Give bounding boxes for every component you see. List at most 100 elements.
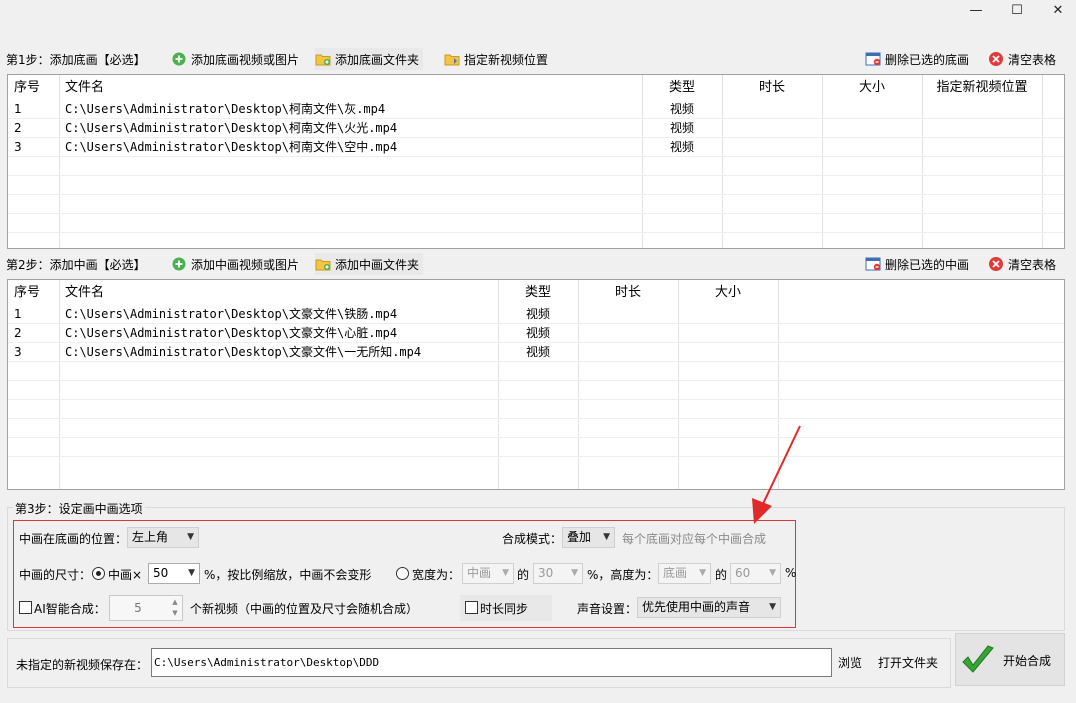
col-index: 序号 [14, 285, 41, 300]
folder-pin-icon [444, 51, 460, 67]
row-type: 视频 [525, 345, 550, 359]
middle-file-table[interactable]: 序号 文件名 类型 时长 大小 1 C:\Users\Administrator… [7, 279, 1065, 490]
height-ref-select[interactable]: 底画 ▼ [658, 563, 711, 584]
delete-selected-middle-button[interactable]: 删除已选的中画 [865, 253, 969, 275]
add-middle-media-button[interactable]: 添加中画视频或图片 [171, 253, 299, 275]
row-type: 视频 [669, 140, 694, 154]
minimize-button[interactable]: — [955, 0, 997, 22]
delete-selected-background-label: 删除已选的底画 [885, 52, 970, 67]
chevron-down-icon: ▼ [769, 602, 776, 612]
start-compose-button[interactable]: 开始合成 [955, 633, 1065, 686]
row-filename: C:\Users\Administrator\Desktop\柯南文件\火光.m… [65, 121, 398, 135]
chevron-down-icon: ▼ [769, 568, 776, 578]
mode-select[interactable]: 叠加 ▼ [562, 527, 615, 548]
empty-row [8, 214, 1064, 233]
col-new-location: 指定新视频位置 [936, 80, 1028, 95]
duration-sync-checkbox[interactable] [465, 601, 478, 614]
clear-table-2-button[interactable]: 清空表格 [988, 253, 1056, 275]
spinner-up-icon[interactable]: ▲ [169, 597, 181, 608]
maximize-button[interactable]: ☐ [996, 0, 1038, 22]
width-radio[interactable] [396, 567, 409, 580]
width-ref-select[interactable]: 中画 ▼ [462, 563, 514, 584]
mode-value: 叠加 [567, 530, 592, 544]
height-pct-select[interactable]: 60 ▼ [730, 563, 781, 584]
mode-hint: 每个底画对应每个中画合成 [622, 532, 767, 546]
table-row[interactable]: 2 C:\Users\Administrator\Desktop\文豪文件\心脏… [8, 324, 1064, 343]
width-pct-value: 30 [538, 566, 554, 580]
empty-row [8, 381, 1064, 400]
row-filename: C:\Users\Administrator\Desktop\柯南文件\空中.m… [65, 140, 398, 154]
add-background-media-label: 添加底画视频或图片 [191, 52, 300, 67]
empty-row [8, 176, 1064, 195]
chevron-down-icon: ▼ [699, 568, 706, 578]
col-index: 序号 [14, 80, 41, 95]
row-filename: C:\Users\Administrator\Desktop\文豪文件\心脏.m… [65, 326, 398, 340]
open-folder-button[interactable]: 打开文件夹 [878, 651, 938, 675]
chevron-down-icon: ▼ [571, 568, 578, 578]
pct-label: % [785, 566, 797, 580]
position-value: 左上角 [132, 530, 169, 544]
add-middle-media-label: 添加中画视频或图片 [191, 257, 300, 272]
row-index: 2 [14, 121, 22, 135]
table-row[interactable]: 2 C:\Users\Administrator\Desktop\柯南文件\火光… [8, 119, 1064, 138]
row-type: 视频 [669, 121, 694, 135]
row-filename: C:\Users\Administrator\Desktop\文豪文件\一无所知… [65, 345, 422, 359]
audio-select[interactable]: 优先使用中画的声音 ▼ [637, 597, 781, 618]
ai-suffix: 个新视频（中画的位置及尺寸会随机合成） [190, 602, 419, 616]
of-label-1: 的 [517, 568, 530, 582]
scale-select[interactable]: 50 ▼ [148, 563, 200, 584]
row-type: 视频 [525, 307, 550, 321]
output-path-input[interactable]: C:\Users\Administrator\Desktop\DDD [151, 648, 832, 677]
delete-selected-background-button[interactable]: 删除已选的底画 [865, 48, 969, 70]
clear-table-2-label: 清空表格 [1008, 257, 1057, 272]
col-filename: 文件名 [65, 285, 105, 300]
mode-label: 合成模式： [502, 532, 563, 546]
add-background-folder-button[interactable]: 添加底画文件夹 [315, 48, 424, 70]
folder-add-icon [315, 256, 331, 272]
row-index: 1 [14, 307, 22, 321]
table-row[interactable]: 3 C:\Users\Administrator\Desktop\柯南文件\空中… [8, 138, 1064, 157]
folder-add-icon [315, 51, 331, 67]
position-select[interactable]: 左上角 ▼ [127, 527, 199, 548]
browse-button[interactable]: 浏览 [838, 651, 862, 675]
col-filename: 文件名 [65, 80, 105, 95]
add-middle-folder-label: 添加中画文件夹 [335, 257, 420, 272]
height-label: %，高度为： [587, 568, 659, 582]
clear-table-1-label: 清空表格 [1008, 52, 1057, 67]
ai-compose-checkbox[interactable] [19, 601, 32, 614]
scale-radio[interactable] [92, 567, 105, 580]
step1-label: 第1步：添加底画【必选】 [6, 53, 146, 67]
chevron-down-icon: ▼ [187, 532, 194, 542]
add-background-folder-label: 添加底画文件夹 [335, 52, 420, 67]
add-middle-folder-button[interactable]: 添加中画文件夹 [315, 253, 424, 275]
duration-sync-label: 时长同步 [480, 602, 529, 616]
row-type: 视频 [525, 326, 550, 340]
scale-value: 50 [153, 566, 169, 580]
chevron-down-icon: ▼ [188, 568, 195, 578]
clear-table-1-button[interactable]: 清空表格 [988, 48, 1056, 70]
delete-window-icon [865, 256, 881, 272]
empty-row [8, 419, 1064, 438]
width-pct-select[interactable]: 30 ▼ [533, 563, 583, 584]
width-ref-value: 中画 [467, 566, 492, 580]
col-duration: 时长 [614, 285, 641, 300]
add-circle-icon [171, 51, 187, 67]
close-button[interactable]: ✕ [1037, 0, 1076, 22]
col-type: 类型 [668, 80, 695, 95]
table-row[interactable]: 1 C:\Users\Administrator\Desktop\文豪文件\铁肠… [8, 305, 1064, 324]
height-ref-value: 底画 [663, 566, 688, 580]
spinner-down-icon[interactable]: ▼ [169, 608, 181, 619]
set-new-video-location-button[interactable]: 指定新视频位置 [444, 48, 548, 70]
ai-compose-label: AI智能合成： [34, 602, 106, 616]
row-index: 1 [14, 102, 22, 116]
table-row[interactable]: 1 C:\Users\Administrator\Desktop\柯南文件\灰.… [8, 100, 1064, 119]
background-file-table[interactable]: 序号 文件名 类型 时长 大小 指定新视频位置 1 C:\Users\Admin… [7, 74, 1065, 249]
height-pct-value: 60 [735, 566, 751, 580]
table-row[interactable]: 3 C:\Users\Administrator\Desktop\文豪文件\一无… [8, 343, 1064, 362]
empty-row [8, 362, 1064, 381]
output-label: 未指定的新视频保存在： [16, 658, 149, 672]
add-background-media-button[interactable]: 添加底画视频或图片 [171, 48, 299, 70]
clear-icon [988, 51, 1004, 67]
chevron-down-icon: ▼ [603, 532, 610, 542]
row-type: 视频 [669, 102, 694, 116]
